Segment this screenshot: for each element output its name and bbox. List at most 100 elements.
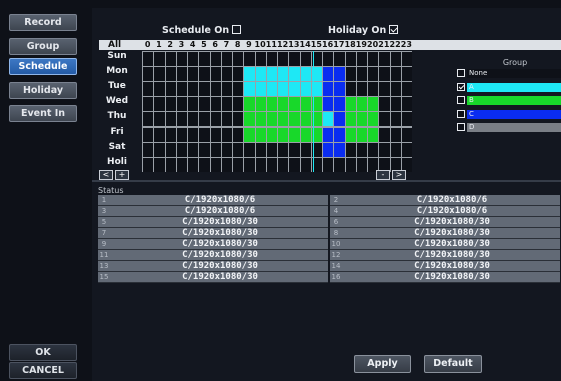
default-button[interactable]: Default	[424, 355, 482, 373]
schedule-cell[interactable]	[199, 97, 210, 112]
schedule-cell[interactable]	[345, 157, 356, 172]
schedule-cell[interactable]	[176, 127, 187, 142]
schedule-cell[interactable]	[266, 157, 277, 172]
schedule-cell[interactable]	[323, 127, 334, 142]
group-checkbox[interactable]	[457, 82, 465, 91]
schedule-cell[interactable]	[345, 97, 356, 112]
schedule-cell[interactable]	[199, 82, 210, 97]
select-all-button[interactable]: All	[108, 40, 121, 50]
group-color-swatch[interactable]: C	[467, 109, 561, 119]
hour-label[interactable]: 18	[345, 40, 356, 50]
schedule-cell[interactable]	[188, 97, 199, 112]
ok-button[interactable]: OK	[9, 344, 77, 361]
schedule-cell[interactable]	[154, 82, 165, 97]
schedule-cell[interactable]	[323, 52, 334, 67]
schedule-cell[interactable]	[379, 127, 390, 142]
holiday-on-checkbox[interactable]	[389, 25, 399, 34]
schedule-cell[interactable]	[368, 82, 379, 97]
schedule-cell[interactable]	[199, 112, 210, 127]
schedule-cell[interactable]	[165, 82, 176, 97]
schedule-cell[interactable]	[255, 127, 266, 142]
group-checkbox[interactable]	[457, 69, 465, 77]
schedule-cell[interactable]	[165, 157, 176, 172]
schedule-cell[interactable]	[368, 97, 379, 112]
schedule-cell[interactable]	[345, 67, 356, 82]
hour-label[interactable]: 14	[300, 40, 311, 50]
zoom-out-button[interactable]: -	[376, 170, 390, 180]
schedule-cell[interactable]	[334, 142, 345, 157]
hour-label[interactable]: 9	[243, 40, 254, 50]
schedule-cell[interactable]	[244, 157, 255, 172]
schedule-cell[interactable]	[368, 67, 379, 82]
scroll-left-button[interactable]: <	[99, 170, 113, 180]
schedule-cell[interactable]	[323, 157, 334, 172]
cancel-button[interactable]: CANCEL	[9, 362, 77, 379]
schedule-cell[interactable]	[143, 67, 154, 82]
schedule-cell[interactable]	[300, 52, 311, 67]
schedule-cell[interactable]	[278, 127, 289, 142]
schedule-cell[interactable]	[368, 127, 379, 142]
schedule-cell[interactable]	[300, 127, 311, 142]
schedule-grid[interactable]	[142, 51, 412, 172]
schedule-cell[interactable]	[165, 52, 176, 67]
menu-event-in-button[interactable]: Event In	[9, 105, 77, 122]
schedule-cell[interactable]	[289, 97, 300, 112]
day-label[interactable]: Sun	[99, 51, 135, 62]
schedule-cell[interactable]	[334, 157, 345, 172]
schedule-cell[interactable]	[390, 142, 401, 157]
schedule-cell[interactable]	[165, 112, 176, 127]
hour-label[interactable]: 4	[187, 40, 198, 50]
schedule-cell[interactable]	[244, 127, 255, 142]
schedule-cell[interactable]	[300, 82, 311, 97]
schedule-cell[interactable]	[334, 97, 345, 112]
group-checkbox[interactable]	[457, 109, 465, 118]
schedule-cell[interactable]	[356, 67, 367, 82]
schedule-cell[interactable]	[300, 112, 311, 127]
hour-label[interactable]: 5	[198, 40, 209, 50]
schedule-cell[interactable]	[143, 52, 154, 67]
schedule-cell[interactable]	[379, 52, 390, 67]
schedule-cell[interactable]	[233, 142, 244, 157]
schedule-cell[interactable]	[188, 157, 199, 172]
group-legend-item[interactable]: A	[457, 82, 561, 92]
schedule-cell[interactable]	[221, 97, 232, 112]
schedule-cell[interactable]	[278, 67, 289, 82]
schedule-cell[interactable]	[165, 97, 176, 112]
schedule-cell[interactable]	[233, 157, 244, 172]
schedule-cell[interactable]	[289, 52, 300, 67]
schedule-cell[interactable]	[345, 112, 356, 127]
schedule-on-toggle[interactable]: Schedule On	[162, 25, 242, 36]
hour-label[interactable]: 19	[356, 40, 367, 50]
schedule-cell[interactable]	[356, 157, 367, 172]
schedule-cell[interactable]	[176, 82, 187, 97]
schedule-cell[interactable]	[165, 67, 176, 82]
schedule-cell[interactable]	[176, 157, 187, 172]
schedule-cell[interactable]	[199, 142, 210, 157]
hour-label[interactable]: 21	[378, 40, 389, 50]
group-legend-item[interactable]: None	[457, 69, 561, 78]
group-color-swatch[interactable]: None	[467, 69, 561, 78]
schedule-cell[interactable]	[390, 67, 401, 82]
menu-record-button[interactable]: Record	[9, 14, 77, 31]
schedule-cell[interactable]	[221, 112, 232, 127]
schedule-cell[interactable]	[278, 52, 289, 67]
schedule-cell[interactable]	[188, 52, 199, 67]
schedule-cell[interactable]	[221, 142, 232, 157]
schedule-cell[interactable]	[390, 82, 401, 97]
schedule-cell[interactable]	[300, 142, 311, 157]
day-label[interactable]: Sat	[99, 142, 135, 153]
schedule-cell[interactable]	[401, 112, 412, 127]
hour-label[interactable]: 8	[232, 40, 243, 50]
schedule-cell[interactable]	[266, 127, 277, 142]
day-label[interactable]: Fri	[99, 127, 135, 138]
hour-label[interactable]: 17	[333, 40, 344, 50]
schedule-cell[interactable]	[379, 112, 390, 127]
schedule-cell[interactable]	[323, 112, 334, 127]
schedule-cell[interactable]	[390, 97, 401, 112]
group-legend-item[interactable]: B	[457, 96, 561, 105]
schedule-cell[interactable]	[199, 157, 210, 172]
schedule-cell[interactable]	[244, 82, 255, 97]
schedule-cell[interactable]	[176, 67, 187, 82]
schedule-cell[interactable]	[143, 157, 154, 172]
schedule-cell[interactable]	[356, 112, 367, 127]
